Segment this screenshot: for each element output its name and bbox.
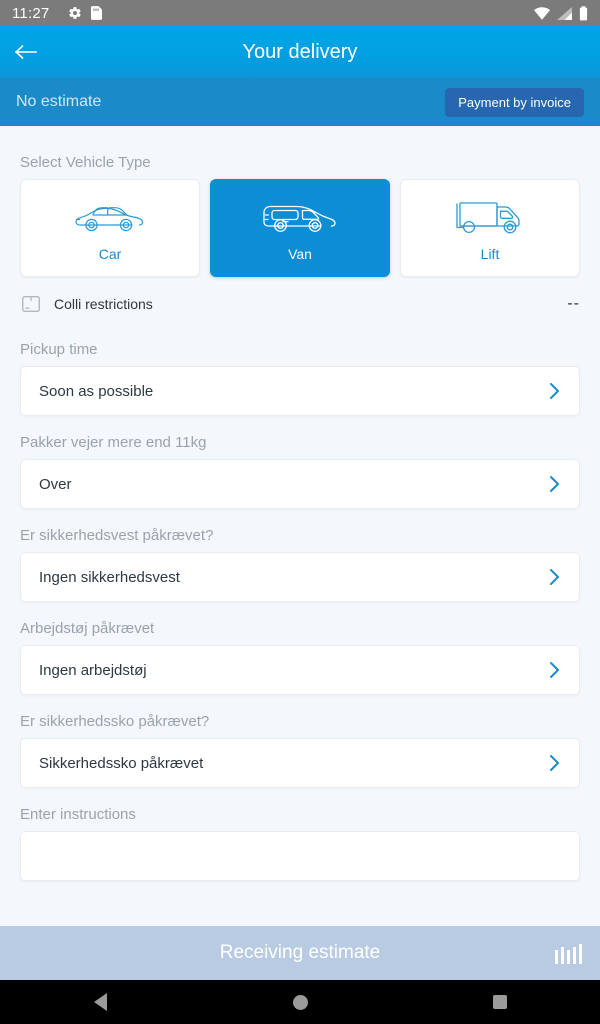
estimate-text: No estimate [16, 93, 102, 110]
field-workwear: Arbejdstøj påkrævet Ingen arbejdstøj [0, 602, 600, 695]
field-safety-shoes-label: Er sikkerhedssko påkrævet? [20, 713, 210, 730]
status-bar-left: 11:27 [12, 4, 103, 22]
back-button[interactable] [0, 26, 52, 78]
loading-bars-icon [555, 942, 582, 964]
field-package-weight-select[interactable]: Over [20, 459, 580, 509]
nav-recents-icon [493, 995, 507, 1009]
vehicle-option-lift[interactable]: Lift [400, 179, 580, 277]
field-safety-shoes-value: Sikkerhedssko påkrævet [39, 754, 204, 772]
field-safety-shoes-select[interactable]: Sikkerhedssko påkrævet [20, 738, 580, 788]
field-pickup-time-select[interactable]: Soon as possible [20, 366, 580, 416]
field-instructions: Enter instructions [0, 788, 600, 881]
estimate-bar: No estimate Payment by invoice [0, 78, 600, 126]
field-package-weight: Pakker vejer mere end 11kg Over [0, 416, 600, 509]
car-icon [73, 194, 147, 244]
vehicle-option-car-label: Car [98, 246, 122, 262]
box-icon [20, 293, 42, 315]
vehicle-section-label: Select Vehicle Type [20, 154, 151, 171]
field-safety-shoes: Er sikkerhedssko påkrævet? Sikkerhedssko… [0, 695, 600, 788]
field-workwear-value: Ingen arbejdstøj [39, 661, 147, 679]
van-icon [260, 194, 340, 244]
field-pickup-time-label: Pickup time [20, 341, 98, 358]
colli-restrictions-value: -- [567, 295, 580, 312]
chevron-right-icon [548, 753, 561, 773]
field-safety-vest-select[interactable]: Ingen sikkerhedsvest [20, 552, 580, 602]
back-arrow-icon [14, 42, 38, 62]
field-safety-vest-label: Er sikkerhedsvest påkrævet? [20, 527, 214, 544]
status-bar: 11:27 [0, 0, 600, 26]
page-title: Your delivery [242, 40, 358, 63]
chevron-right-icon [548, 660, 561, 680]
payment-by-invoice-button[interactable]: Payment by invoice [445, 87, 584, 117]
field-pickup-time-value: Soon as possible [39, 382, 154, 400]
vehicle-option-car[interactable]: Car [20, 179, 200, 277]
field-safety-vest: Er sikkerhedsvest påkrævet? Ingen sikker… [0, 509, 600, 602]
receiving-estimate-text: Receiving estimate [219, 942, 381, 963]
form-content: Select Vehicle Type Car Van Lift Colli r… [0, 126, 600, 1024]
field-instructions-input[interactable] [20, 831, 580, 881]
chevron-right-icon [548, 567, 561, 587]
sd-card-icon [91, 6, 103, 20]
vehicle-option-van-label: Van [288, 246, 312, 262]
battery-icon [579, 5, 588, 21]
signal-icon [557, 6, 572, 20]
status-bar-right [534, 5, 588, 21]
gear-icon [68, 6, 82, 20]
app-header: Your delivery [0, 26, 600, 78]
lift-truck-icon [451, 194, 529, 244]
wifi-icon [534, 6, 550, 20]
field-instructions-label: Enter instructions [20, 806, 136, 823]
field-package-weight-value: Over [39, 475, 72, 493]
colli-restrictions-row[interactable]: Colli restrictions -- [0, 277, 600, 315]
status-bar-clock: 11:27 [12, 4, 50, 22]
vehicle-option-van[interactable]: Van [210, 179, 390, 277]
app-root: 11:27 Your delivery No estimate Payment … [0, 0, 600, 1024]
android-nav-bar [0, 980, 600, 1024]
chevron-right-icon [548, 381, 561, 401]
field-package-weight-label: Pakker vejer mere end 11kg [20, 434, 207, 451]
field-safety-vest-value: Ingen sikkerhedsvest [39, 568, 180, 586]
nav-home-button[interactable] [270, 980, 330, 1024]
nav-back-icon [93, 993, 107, 1011]
field-workwear-label: Arbejdstøj påkrævet [20, 620, 155, 637]
nav-recents-button[interactable] [470, 980, 530, 1024]
colli-restrictions-label: Colli restrictions [54, 296, 153, 312]
vehicle-type-selector: Car Van Lift [0, 179, 600, 277]
chevron-right-icon [548, 474, 561, 494]
receiving-estimate-bar: Receiving estimate [0, 926, 600, 980]
field-workwear-select[interactable]: Ingen arbejdstøj [20, 645, 580, 695]
nav-back-button[interactable] [70, 980, 130, 1024]
vehicle-option-lift-label: Lift [480, 246, 500, 262]
field-pickup-time: Pickup time Soon as possible [0, 315, 600, 416]
nav-home-icon [292, 994, 308, 1010]
